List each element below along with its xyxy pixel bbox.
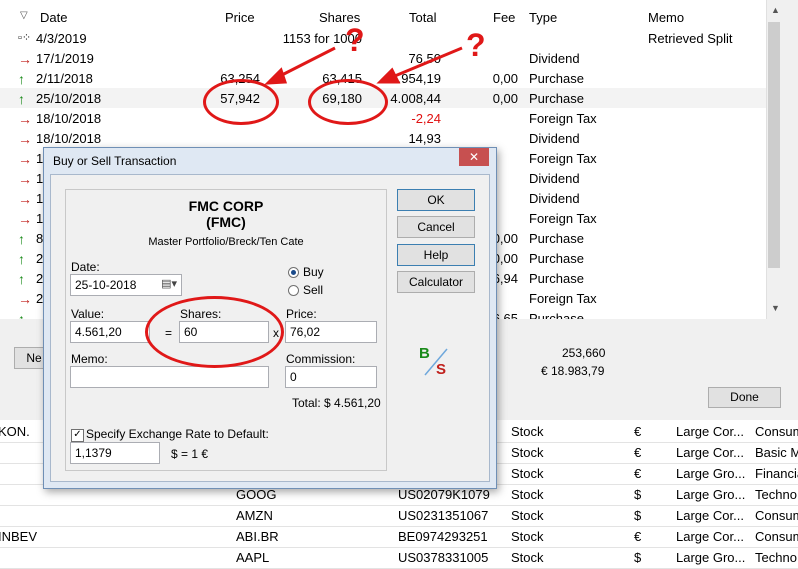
price-label: Price:: [286, 307, 317, 321]
portfolio-path: Master Portfolio/Breck/Ten Cate: [148, 236, 304, 248]
buy-sell-icon: B S: [417, 345, 457, 381]
calculator-button[interactable]: Calculator: [397, 271, 475, 293]
exchange-rate-label: Specify Exchange Rate to Default:: [86, 427, 269, 441]
buy-label: Buy: [303, 265, 324, 279]
buy-sell-icon-s: S: [436, 361, 447, 378]
value-field[interactable]: 4.561,20: [70, 321, 150, 343]
total-text: Total: $ 4.561,20: [292, 396, 381, 410]
exchange-rate-checkbox[interactable]: ✓: [71, 429, 84, 442]
value-label: Value:: [71, 307, 105, 321]
exchange-rate-unit: $ = 1 €: [171, 447, 209, 461]
date-field[interactable]: 25-10-2018 ▤▾: [70, 274, 182, 296]
calendar-dropdown-icon[interactable]: ▤▾: [161, 277, 177, 290]
question-mark-1: ?: [345, 22, 365, 58]
annotation-circle-shares-field: [145, 296, 284, 368]
memo-label: Memo:: [71, 352, 108, 366]
close-icon[interactable]: ✕: [459, 148, 489, 166]
exchange-rate-field[interactable]: 1,1379: [70, 442, 160, 464]
date-label: Date:: [71, 260, 100, 274]
sell-radio[interactable]: [288, 285, 299, 296]
price-field[interactable]: 76,02: [285, 321, 377, 343]
memo-field[interactable]: [70, 366, 269, 388]
company-name: FMC CORP: [188, 198, 264, 214]
commission-field[interactable]: 0: [285, 366, 377, 388]
sell-label: Sell: [303, 283, 324, 297]
dialog-title: Buy or Sell Transaction: [53, 154, 177, 168]
company-ticker: (FMC): [206, 214, 246, 230]
cancel-button[interactable]: Cancel: [397, 216, 475, 238]
buy-radio[interactable]: [288, 267, 299, 278]
ok-button[interactable]: OK: [397, 189, 475, 211]
question-mark-2: ?: [466, 27, 486, 63]
commission-label: Commission:: [286, 352, 356, 366]
date-value: 25-10-2018: [75, 278, 137, 292]
help-button[interactable]: Help: [397, 244, 475, 266]
